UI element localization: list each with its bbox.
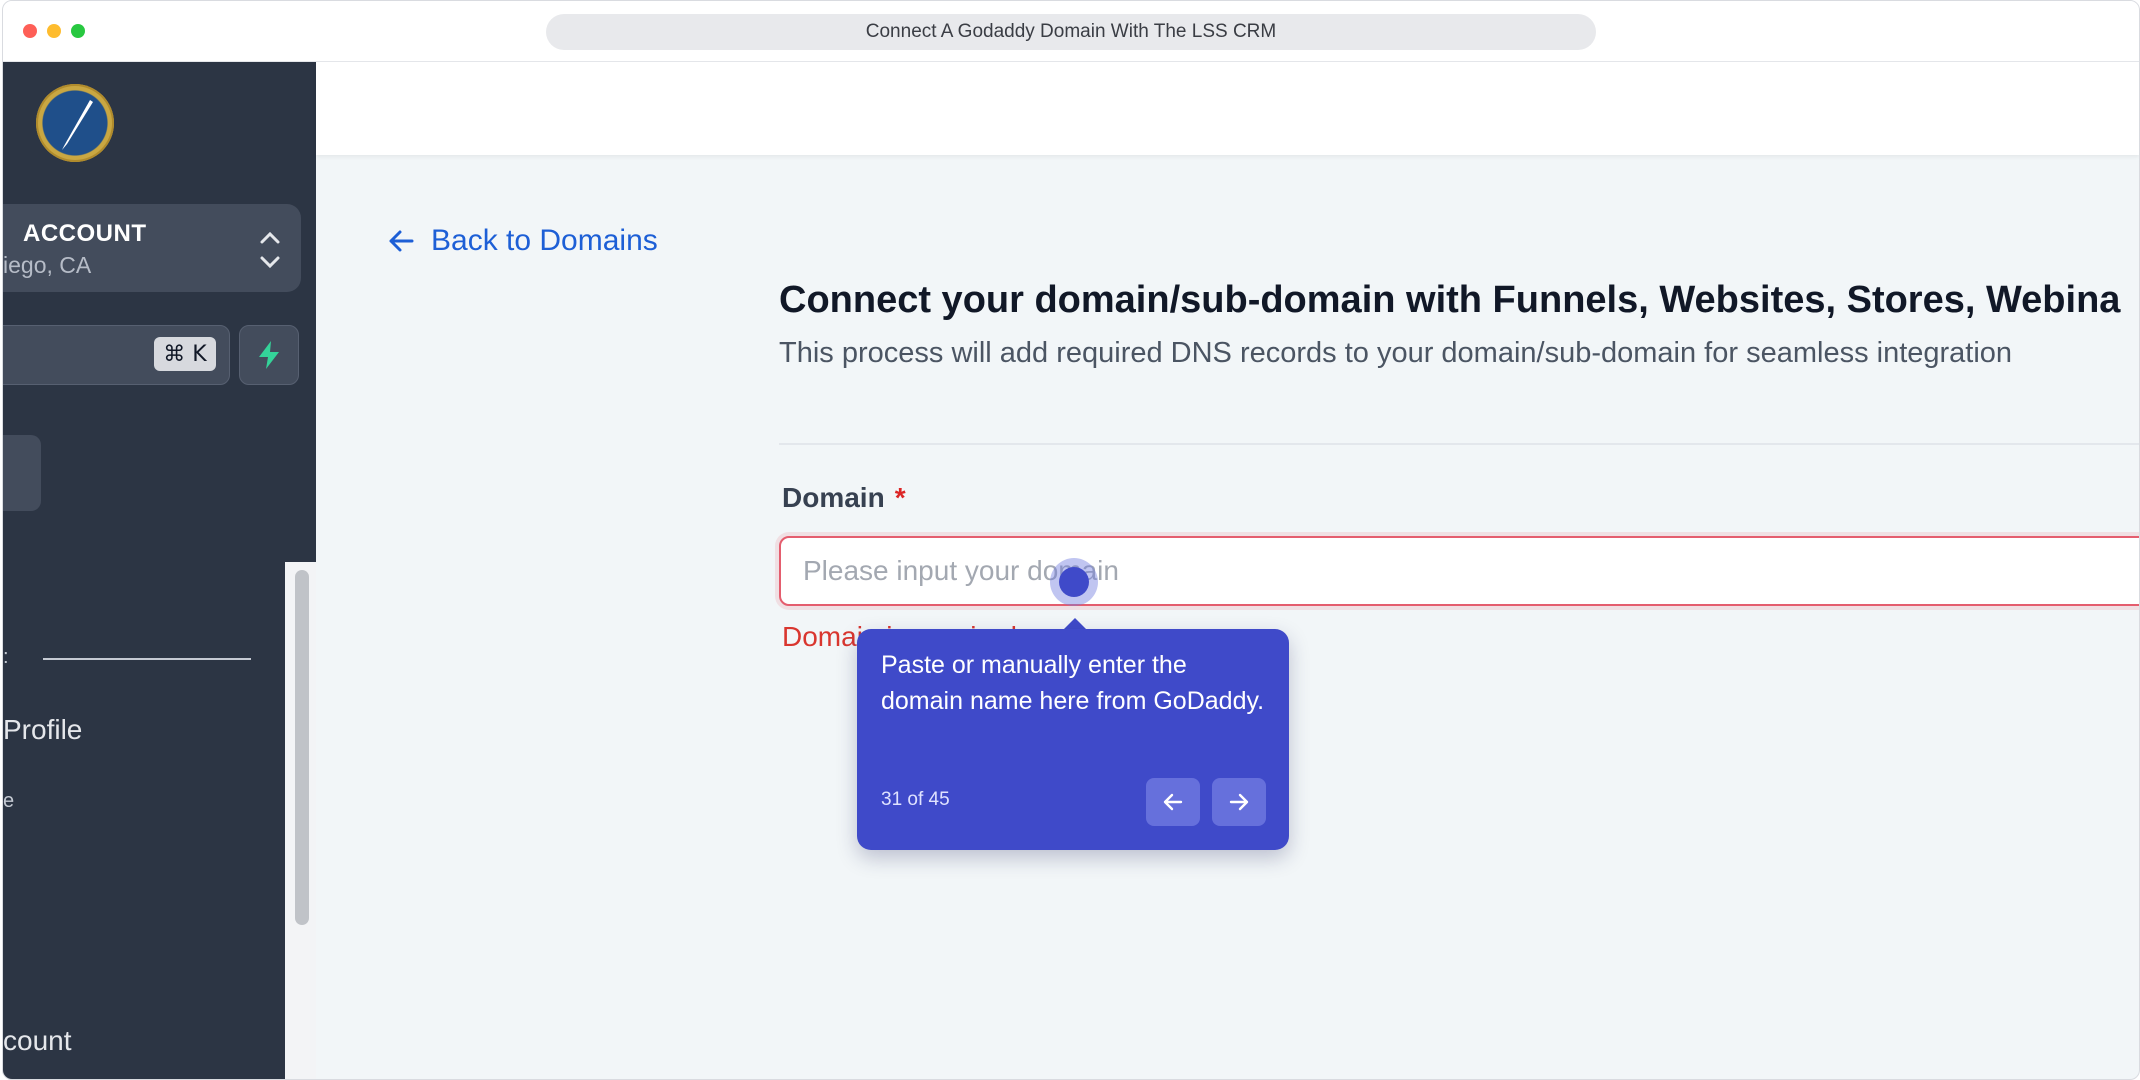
tour-tooltip: Paste or manually enter the domain name … [857, 629, 1289, 850]
required-indicator: * [894, 482, 906, 513]
section-divider [779, 443, 2139, 445]
address-bar[interactable]: Connect A Godaddy Domain With The LSS CR… [546, 14, 1596, 50]
chevron-up-down-icon[interactable] [257, 228, 283, 272]
tour-tooltip-text: Paste or manually enter the domain name … [881, 651, 1265, 715]
account-name: ACCOUNT [23, 220, 147, 247]
maximize-window-button[interactable] [71, 24, 85, 38]
quill-icon [62, 100, 93, 150]
sidebar-nav-button[interactable] [3, 435, 41, 511]
sidebar-item-account[interactable]: count [3, 1025, 72, 1057]
arrow-left-icon [389, 230, 414, 252]
sidebar-section-fragment: : [3, 646, 9, 668]
sidebar-item-profile[interactable]: Profile [3, 714, 82, 746]
sidebar: ACCOUNT iego, CA ⌘ K : Profile e count [3, 62, 316, 1079]
sidebar-item-fragment: e [3, 790, 15, 812]
back-link-label: Back to Domains [431, 224, 658, 257]
domain-input[interactable] [779, 536, 2139, 606]
sidebar-divider [43, 658, 251, 660]
tour-next-button[interactable] [1212, 778, 1266, 826]
top-header [316, 62, 2139, 155]
tour-step-counter: 31 of 45 [881, 789, 950, 810]
keyboard-shortcut-badge: ⌘ K [154, 337, 216, 371]
quick-actions-button[interactable] [239, 325, 299, 385]
page-subtitle: This process will add required DNS recor… [779, 337, 2013, 369]
company-logo[interactable] [36, 84, 114, 162]
arrow-left-icon [1163, 793, 1183, 811]
tour-hotspot[interactable] [1059, 567, 1089, 597]
scrollbar-thumb[interactable] [295, 570, 309, 925]
lightning-bolt-icon [259, 341, 279, 369]
minimize-window-button[interactable] [47, 24, 61, 38]
browser-window: Connect A Godaddy Domain With The LSS CR… [2, 0, 2140, 1080]
title-bar: Connect A Godaddy Domain With The LSS CR… [3, 1, 2139, 62]
close-window-button[interactable] [23, 24, 37, 38]
back-to-domains-link[interactable]: Back to Domains [387, 224, 658, 258]
page-title: Connect your domain/sub-domain with Funn… [779, 279, 2121, 321]
domain-label: Domain * [782, 482, 906, 514]
account-location: iego, CA [3, 252, 92, 278]
arrow-right-icon [1229, 793, 1249, 811]
domain-label-text: Domain [782, 482, 885, 513]
tour-previous-button[interactable] [1146, 778, 1200, 826]
